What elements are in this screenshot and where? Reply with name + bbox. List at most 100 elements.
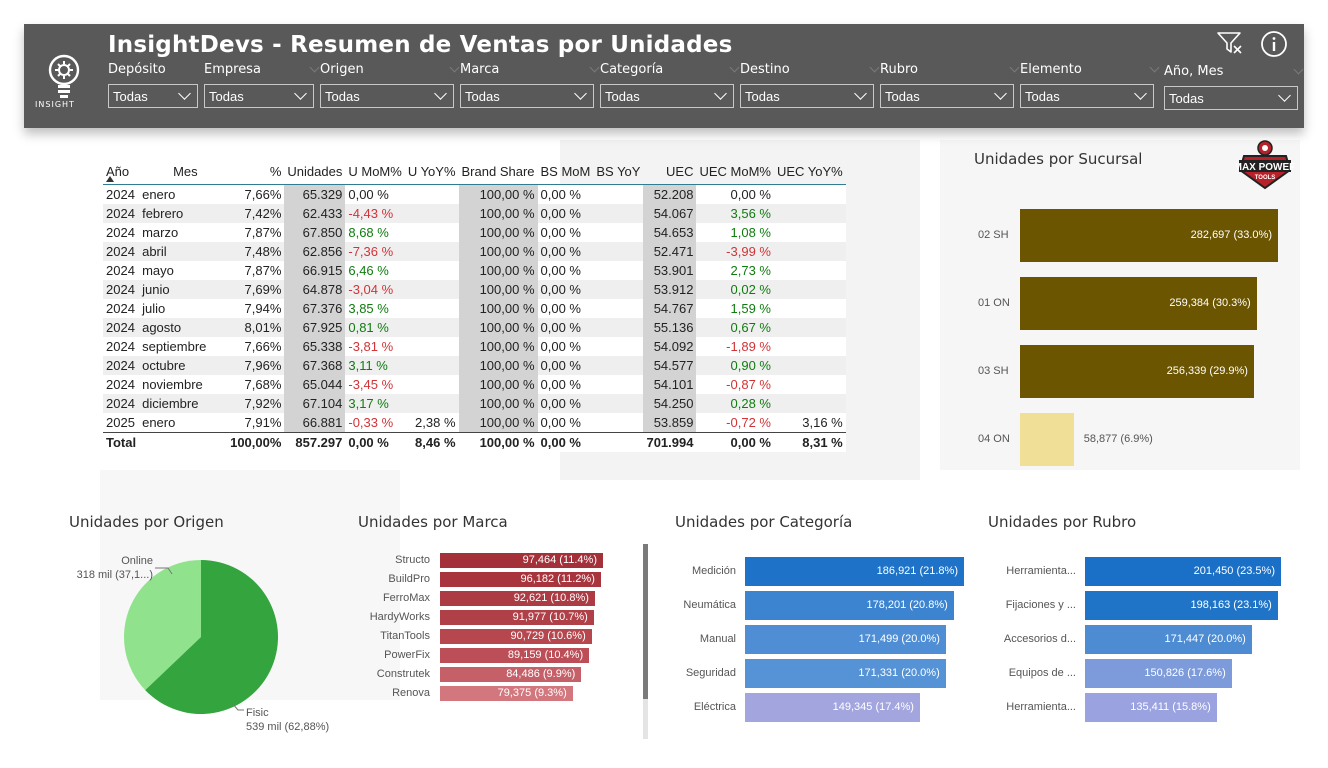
filter-empresa[interactable]: Empresa Todas	[204, 62, 320, 108]
table-row: 2024 agosto 8,01% 67.925 0,81 % 100,00 % 0,00 …	[103, 318, 846, 337]
table-cell: 0,00 %	[537, 318, 594, 337]
scrollbar-thumb[interactable]	[643, 544, 648, 699]
table-cell: 2024	[103, 394, 140, 413]
chevron-down-icon	[729, 62, 740, 73]
info-icon[interactable]	[1260, 30, 1288, 58]
filter-label: Categoría	[600, 62, 664, 77]
filter-marca[interactable]: Marca Todas	[460, 62, 600, 108]
chart-origen: Online 318 mil (37,1...) Fisic 539 mil (62,…	[77, 555, 330, 733]
table-cell: 0,90 %	[696, 356, 774, 375]
table-total-cell: 100,00 %	[458, 432, 538, 452]
table-total-cell: 0,00 %	[537, 432, 594, 452]
chevron-down-icon	[714, 87, 727, 100]
category-label: 03 SH	[978, 364, 1009, 377]
filter-rubro[interactable]: Rubro Todas	[880, 62, 1020, 108]
table-cell	[773, 394, 846, 413]
category-label: Fijaciones y ...	[1005, 598, 1076, 611]
category-label: 04 ON	[978, 432, 1010, 445]
table-cell: 100,00 %	[458, 413, 538, 433]
max-power-tools-logo: MAX POWER TOOLS	[1236, 140, 1294, 190]
table-cell: 0,00 %	[537, 299, 594, 318]
table-cell	[593, 223, 644, 242]
table-cell: 0,00 %	[537, 337, 594, 356]
col-header-mes[interactable]: Mes	[139, 158, 228, 185]
table-cell: 100,00 %	[458, 242, 538, 261]
table-cell: 54.767	[643, 299, 697, 318]
chevron-down-icon	[434, 87, 447, 100]
table-cell: 54.067	[643, 204, 697, 223]
table-cell	[404, 280, 459, 299]
filter-anio-mes[interactable]: Año, Mes Todas	[1164, 64, 1304, 110]
chevron-down-icon	[589, 62, 600, 73]
table-cell	[773, 280, 846, 299]
table-cell: 0,00 %	[537, 242, 594, 261]
col-header-uec[interactable]: UEC	[643, 158, 697, 185]
chevron-down-icon	[1293, 64, 1304, 75]
filter-dropdown[interactable]: Todas	[320, 84, 454, 108]
table-cell: marzo	[139, 223, 228, 242]
bar-value-label: 198,163 (23.1%)	[1190, 598, 1272, 611]
filter-dropdown[interactable]: Todas	[204, 84, 314, 108]
col-header-unidades[interactable]: Unidades	[284, 158, 346, 185]
filter-clear-icon[interactable]	[1216, 30, 1244, 56]
table-cell	[593, 375, 644, 394]
table-cell: 2024	[103, 184, 140, 204]
table-cell: 0,00 %	[537, 375, 594, 394]
table-cell: 67.104	[284, 394, 346, 413]
table-cell: 6,46 %	[345, 261, 405, 280]
table-total-cell: 0,00 %	[696, 432, 774, 452]
col-header-pct[interactable]: %	[227, 158, 285, 185]
table-cell: 67.368	[284, 356, 346, 375]
table-cell: 7,91%	[227, 413, 285, 433]
chart-title-sucursal: Unidades por Sucursal	[974, 150, 1143, 168]
bar[interactable]	[1020, 413, 1074, 466]
table-cell: septiembre	[139, 337, 228, 356]
table-cell	[593, 299, 644, 318]
filter-elemento[interactable]: Elemento Todas	[1020, 62, 1160, 108]
col-header-brand-share[interactable]: Brand Share	[458, 158, 538, 185]
table-row: 2024 julio 7,94% 67.376 3,85 % 100,00 % 0,00 %…	[103, 299, 846, 318]
filter-dropdown[interactable]: Todas	[880, 84, 1014, 108]
table-cell: -3,04 %	[345, 280, 405, 299]
chart-title-categoria: Unidades por Categoría	[675, 513, 853, 531]
filter-deposito[interactable]: Depósito Todas	[108, 62, 198, 108]
table-cell	[593, 318, 644, 337]
col-header-uec-mom[interactable]: UEC MoM%	[696, 158, 774, 185]
table-cell: -4,43 %	[345, 204, 405, 223]
filter-categoria[interactable]: Categoría Todas	[600, 62, 740, 108]
chevron-down-icon	[1278, 89, 1291, 102]
category-label: Renova	[392, 686, 430, 699]
category-label: Accesorios d...	[1003, 632, 1076, 645]
col-header-bs-yoy[interactable]: BS YoY	[593, 158, 644, 185]
chevron-down-icon	[854, 87, 867, 100]
col-header-u-mom[interactable]: U MoM%	[345, 158, 405, 185]
filter-origen[interactable]: Origen Todas	[320, 62, 460, 108]
bar-value-label: 58,877 (6.9%)	[1083, 432, 1153, 445]
col-header-anio[interactable]: Año	[103, 158, 140, 185]
page-title: InsightDevs - Resumen de Ventas por Unid…	[108, 32, 733, 58]
filter-value: Todas	[885, 89, 920, 104]
table-row: 2024 septiembre 7,66% 65.338 -3,81 % 100,00 %…	[103, 337, 846, 356]
table-row: 2024 febrero 7,42% 62.433 -4,43 % 100,00 % 0,0…	[103, 204, 846, 223]
table-cell: 54.653	[643, 223, 697, 242]
filter-label: Origen	[320, 62, 364, 77]
table-cell: 100,00 %	[458, 280, 538, 299]
chevron-down-icon	[1149, 62, 1160, 73]
filter-dropdown[interactable]: Todas	[1164, 86, 1298, 110]
filter-dropdown[interactable]: Todas	[740, 84, 874, 108]
filter-label: Empresa	[204, 62, 261, 77]
filter-label: Elemento	[1020, 62, 1082, 77]
filter-dropdown[interactable]: Todas	[108, 84, 198, 108]
filter-dropdown[interactable]: Todas	[600, 84, 734, 108]
col-header-uec-yoy[interactable]: UEC YoY%	[773, 158, 846, 185]
filter-dropdown[interactable]: Todas	[460, 84, 594, 108]
chevron-down-icon	[309, 62, 320, 73]
col-header-bs-mom[interactable]: BS MoM	[537, 158, 594, 185]
table-cell: 2024	[103, 204, 140, 223]
table-total-cell: 8,46 %	[404, 432, 459, 452]
table-total-cell: 0,00 %	[345, 432, 405, 452]
col-header-u-yoy[interactable]: U YoY%	[404, 158, 459, 185]
filter-destino[interactable]: Destino Todas	[740, 62, 880, 108]
table-cell	[773, 337, 846, 356]
filter-dropdown[interactable]: Todas	[1020, 84, 1154, 108]
